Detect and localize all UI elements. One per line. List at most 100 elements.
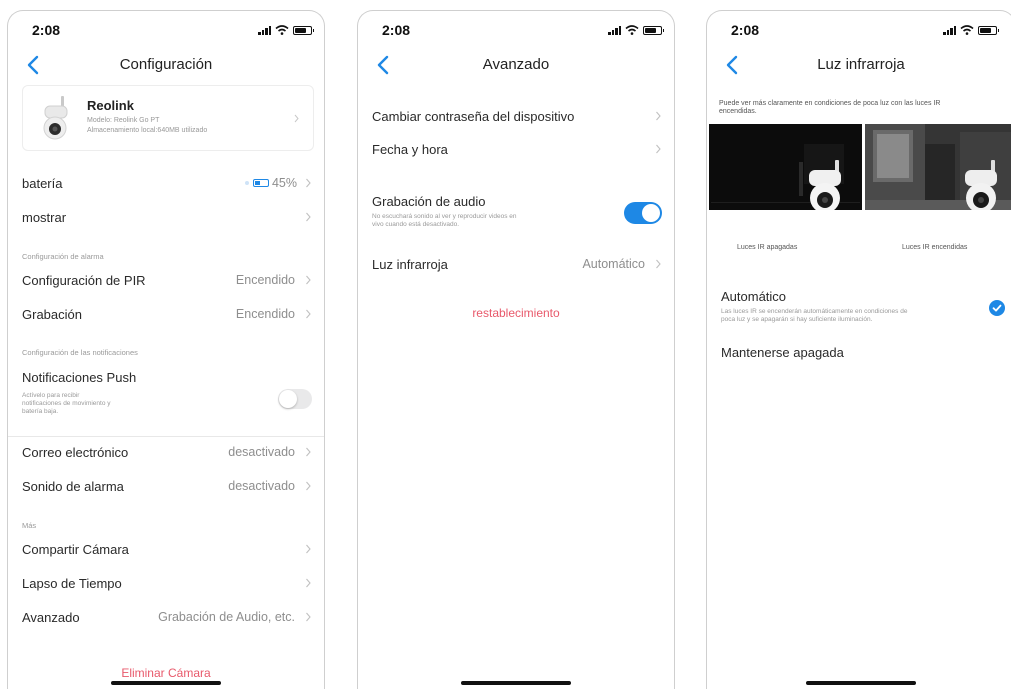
change-password-row[interactable]: Cambiar contraseña del dispositivo [372, 99, 662, 133]
audio-desc-1: No escuchará sonido al ver y reproducir … [372, 213, 517, 220]
off-option-row[interactable]: Mantenerse apagada [721, 335, 1003, 369]
navbar: Configuración [8, 51, 324, 81]
pir-label: Configuración de PIR [22, 272, 146, 288]
camera-thumbnail [43, 96, 68, 140]
home-indicator [111, 681, 221, 685]
ir-label: Luz infrarroja [372, 256, 448, 272]
audio-desc-2: vivo cuando está desactivado. [372, 221, 460, 228]
recording-label: Grabación [22, 306, 82, 322]
status-time: 2:08 [382, 22, 411, 38]
infrared-screen: 2:08 Luz infrarroja Puede ver más claram… [706, 10, 1011, 689]
device-name: Reolink [87, 98, 134, 113]
alarm-section-header: Configuración de alarma [22, 252, 104, 261]
battery-value: 45% [271, 176, 297, 190]
signal-icon [608, 25, 621, 35]
home-indicator [806, 681, 916, 685]
home-indicator [461, 681, 571, 685]
battery-dot [244, 181, 249, 185]
off-option-label: Mantenerse apagada [721, 344, 844, 360]
chevron-right-icon [656, 111, 661, 121]
battery-level-icon [252, 179, 269, 187]
delete-camera-button[interactable]: Eliminar Cámara [8, 666, 324, 680]
reset-button[interactable]: restablecimiento [358, 306, 674, 320]
datetime-row[interactable]: Fecha y hora [372, 132, 662, 166]
chevron-right-icon [306, 578, 311, 588]
ir-off-caption: Luces IR apagadas [737, 244, 798, 251]
navbar: Luz infrarroja [707, 51, 1011, 81]
ir-value: Automático [582, 257, 645, 271]
display-row[interactable]: mostrar [22, 200, 312, 234]
alarm-sound-value: desactivado [228, 479, 295, 493]
page-title: Configuración [119, 56, 213, 73]
status-time: 2:08 [32, 22, 61, 38]
status-bar: 2:08 [358, 11, 674, 51]
battery-label: batería [22, 175, 63, 191]
auto-option-label: Automático [721, 288, 787, 304]
push-toggle[interactable] [278, 389, 312, 409]
device-card[interactable]: Reolink Modelo: Reolink Go PT Almacenami… [22, 85, 314, 151]
wifi-icon [960, 25, 974, 35]
signal-icon [943, 25, 956, 35]
status-bar: 2:08 [707, 11, 1011, 51]
push-row: Notificaciones Push [22, 366, 312, 388]
auto-desc-1: Las luces IR se encenderán automáticamen… [721, 308, 908, 315]
status-icons [258, 25, 314, 35]
push-desc-3: batería baja. [22, 408, 59, 415]
chevron-right-icon [306, 481, 311, 491]
email-label: Correo electrónico [22, 444, 129, 460]
status-time: 2:08 [731, 22, 760, 38]
change-password-label: Cambiar contraseña del dispositivo [372, 108, 575, 124]
battery-icon [643, 26, 664, 35]
ir-intro-1: Puede ver más claramente en condiciones … [719, 100, 941, 107]
push-desc-2: notificaciones de movimiento y [22, 400, 111, 407]
ir-on-image [865, 124, 1011, 210]
chevron-right-icon [656, 259, 661, 269]
wifi-icon [625, 25, 639, 35]
advanced-value: Grabación de Audio, etc. [158, 610, 295, 624]
chevron-right-icon [306, 178, 311, 188]
status-icons [943, 25, 999, 35]
advanced-row[interactable]: Avanzado Grabación de Audio, etc. [22, 600, 312, 634]
timelapse-row[interactable]: Lapso de Tiempo [22, 566, 312, 600]
chevron-right-icon [306, 275, 311, 285]
push-label: Notificaciones Push [22, 369, 137, 385]
email-row[interactable]: Correo electrónico desactivado [22, 435, 312, 469]
navbar: Avanzado [358, 51, 674, 81]
chevron-right-icon [306, 447, 311, 457]
chevron-right-icon [306, 544, 311, 554]
email-value: desactivado [228, 445, 295, 459]
notif-section-header: Configuración de las notificaciones [22, 348, 138, 357]
timelapse-label: Lapso de Tiempo [22, 575, 122, 591]
ir-off-image [709, 124, 862, 210]
chevron-right-icon [306, 612, 311, 622]
device-model: Modelo: Reolink Go PT [87, 117, 160, 124]
push-desc-1: Actívelo para recibir [22, 392, 80, 399]
pir-row[interactable]: Configuración de PIR Encendido [22, 263, 312, 297]
auto-desc-2: poca luz y se apagarán si hay suficiente… [721, 316, 873, 323]
ir-on-caption: Luces IR encendidas [902, 244, 968, 251]
datetime-label: Fecha y hora [372, 141, 448, 157]
page-title: Avanzado [482, 56, 550, 73]
more-section-header: Más [22, 521, 37, 530]
recording-row[interactable]: Grabación Encendido [22, 297, 312, 331]
chevron-right-icon [294, 114, 299, 123]
chevron-right-icon [306, 212, 311, 222]
audio-toggle[interactable] [624, 202, 662, 224]
share-row[interactable]: Compartir Cámara [22, 532, 312, 566]
chevron-right-icon [306, 309, 311, 319]
battery-row[interactable]: batería 45% [22, 166, 312, 200]
auto-option-row[interactable]: Automático [721, 286, 1003, 306]
ir-intro-2: encendidas. [719, 108, 757, 115]
checkmark-icon [989, 300, 1005, 316]
wifi-icon [275, 25, 289, 35]
page-title: Luz infrarroja [817, 56, 905, 73]
recording-value: Encendido [235, 307, 295, 321]
status-bar: 2:08 [8, 11, 324, 51]
alarm-sound-row[interactable]: Sonido de alarma desactivado [22, 469, 312, 503]
chevron-right-icon [656, 144, 661, 154]
alarm-sound-label: Sonido de alarma [22, 478, 124, 494]
display-label: mostrar [22, 209, 67, 225]
ir-row[interactable]: Luz infrarroja Automático [372, 247, 662, 281]
device-storage: Almacenamiento local:640MB utilizado [87, 127, 208, 134]
advanced-label: Avanzado [22, 609, 80, 625]
